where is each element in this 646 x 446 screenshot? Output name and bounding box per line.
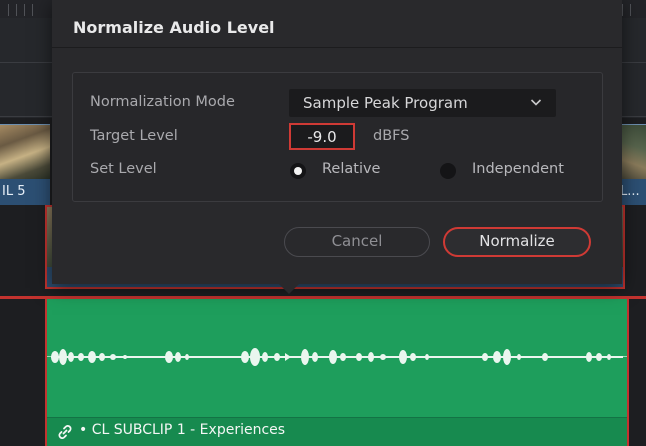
chevron-down-icon	[530, 99, 542, 106]
relative-radio[interactable]	[290, 163, 306, 179]
normalize-button[interactable]: Normalize	[443, 227, 591, 257]
settings-panel: Normalization Mode Sample Peak Program T…	[72, 72, 603, 202]
target-level-label: Target Level	[90, 128, 178, 144]
audio-waveform	[51, 348, 623, 366]
dialog-title: Normalize Audio Level	[73, 18, 275, 37]
normalization-mode-label: Normalization Mode	[90, 94, 235, 110]
normalize-audio-dialog: Normalize Audio Level Normalization Mode…	[52, 0, 622, 284]
clip-label: L...	[620, 184, 640, 199]
relative-label[interactable]: Relative	[322, 161, 380, 177]
target-level-value: -9.0	[307, 128, 337, 146]
target-level-input[interactable]: -9.0	[289, 123, 355, 150]
clip-thumbnail	[0, 125, 50, 179]
selected-mode: Sample Peak Program	[303, 94, 468, 112]
set-level-label: Set Level	[90, 161, 157, 177]
dialog-pointer	[279, 284, 299, 294]
independent-radio[interactable]	[440, 163, 456, 179]
link-icon	[58, 425, 72, 439]
target-level-unit: dBFS	[373, 128, 410, 144]
clip-label: IL 5	[2, 184, 26, 199]
audio-clip[interactable]: • CL SUBCLIP 1 - Experiences	[45, 297, 629, 446]
audio-clip-footer: • CL SUBCLIP 1 - Experiences	[47, 417, 627, 446]
independent-label[interactable]: Independent	[472, 161, 564, 177]
divider	[52, 47, 622, 48]
audio-clip-label: • CL SUBCLIP 1 - Experiences	[79, 422, 286, 438]
cancel-button[interactable]: Cancel	[284, 227, 430, 257]
video-clip-left[interactable]: IL 5	[0, 124, 50, 205]
normalization-mode-select[interactable]: Sample Peak Program	[289, 89, 556, 117]
